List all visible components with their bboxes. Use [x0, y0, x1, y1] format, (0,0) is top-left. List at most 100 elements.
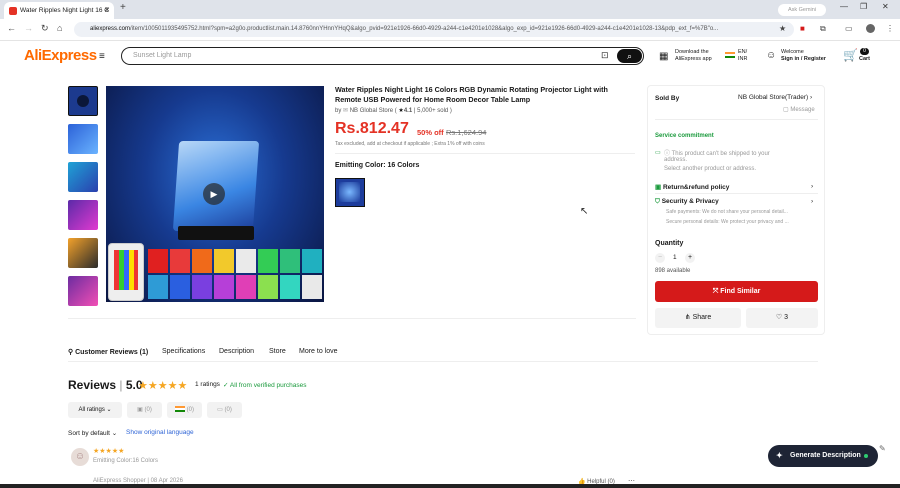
- reviewer-avatar: ☺: [71, 448, 89, 466]
- store-badge-icon: ✉: [343, 108, 349, 114]
- generate-description-button[interactable]: ✦ Generate Description: [768, 445, 878, 467]
- tab-specifications[interactable]: Specifications: [162, 348, 205, 355]
- tab-customer-reviews[interactable]: ⚲ Customer Reviews (1): [68, 348, 148, 356]
- divider: [68, 318, 636, 319]
- account-link[interactable]: Welcome Sign in / Register: [781, 49, 826, 63]
- extensions-puzzle-icon[interactable]: ⧉: [820, 24, 826, 34]
- tab-description[interactable]: Description: [219, 348, 254, 355]
- quantity-decrease-button[interactable]: −: [655, 253, 665, 263]
- logo-text: AliExpress: [24, 47, 97, 64]
- browser-tab-strip: Water Ripples Night Light 16 C ✕ + Ask G…: [0, 0, 900, 19]
- qr-code-icon[interactable]: ▦: [659, 51, 668, 62]
- address-bar[interactable]: aliexpress.com/item/1005011935495752.htm…: [74, 22, 794, 37]
- return-icon: ▣: [655, 184, 662, 191]
- language-currency-selector[interactable]: EN/ INR: [738, 49, 747, 63]
- color-swatch-selected[interactable]: [335, 178, 365, 207]
- safe-payments-text: Safe payments: We do not share your pers…: [666, 209, 788, 215]
- sort-label: Sort by default: [68, 430, 110, 437]
- back-icon[interactable]: ←: [7, 23, 16, 33]
- maximize-icon[interactable]: ❐: [860, 2, 867, 11]
- bookmark-star-icon[interactable]: ★: [779, 24, 786, 33]
- thumbnail-6[interactable]: [68, 276, 98, 306]
- tab-reviews-label: Customer Reviews (1): [75, 349, 149, 356]
- message-seller-link[interactable]: ▢ Message: [783, 106, 815, 113]
- show-original-link[interactable]: Show original language: [126, 429, 194, 436]
- current-price: Rs.812.47: [335, 120, 409, 137]
- close-tab-icon[interactable]: ✕: [104, 2, 110, 19]
- quantity-label: Quantity: [655, 240, 684, 247]
- quantity-increase-button[interactable]: +: [685, 253, 695, 263]
- store-name-link[interactable]: NB Global Store: [350, 108, 393, 114]
- thumbnail-5[interactable]: [68, 238, 98, 268]
- profile-avatar[interactable]: [866, 24, 875, 33]
- mouse-cursor-icon: ↖: [580, 206, 589, 217]
- thumbnail-video[interactable]: [68, 86, 98, 116]
- user-icon[interactable]: ☺: [766, 50, 776, 61]
- video-play-button[interactable]: ▶: [203, 183, 225, 205]
- edit-icon[interactable]: ✎: [879, 444, 886, 453]
- chevron-down-icon: ⌄: [106, 407, 112, 413]
- cart-count-badge: 0: [860, 48, 869, 55]
- tab-store[interactable]: Store: [269, 348, 286, 355]
- ask-gemini-button[interactable]: Ask Gemini: [778, 4, 826, 16]
- review-stars: ★★★★★: [93, 448, 125, 455]
- browser-menu-icon[interactable]: ⋮: [886, 24, 894, 33]
- chevron-right-icon[interactable]: ›: [811, 198, 813, 205]
- thumbnail-4[interactable]: [68, 200, 98, 230]
- share-button[interactable]: ⋔ Share: [655, 308, 741, 328]
- category-menu-icon[interactable]: ≡: [99, 51, 105, 62]
- ratings-count: 1 ratings: [195, 381, 220, 388]
- tab-more-to-love[interactable]: More to love: [299, 348, 338, 355]
- reload-icon[interactable]: ↻: [41, 23, 49, 34]
- share-icon: ⋔: [684, 314, 691, 321]
- chevron-right-icon[interactable]: ›: [811, 183, 813, 190]
- close-window-icon[interactable]: ✕: [882, 2, 889, 11]
- aliexpress-logo[interactable]: AliExpress: [24, 47, 97, 64]
- service-commitment-label: Service commitment: [655, 133, 714, 139]
- search-input[interactable]: Sunset Light Lamp: [121, 47, 644, 65]
- sidepanel-icon[interactable]: ▭: [845, 24, 853, 33]
- remote-control: [108, 243, 144, 301]
- india-flag-icon: [725, 52, 735, 58]
- similar-icon: ⤧: [712, 288, 719, 295]
- sold-count: 5,000+ sold: [417, 108, 449, 114]
- search-icon: ⌕: [626, 51, 633, 61]
- tab-title: Water Ripples Night Light 16 C: [20, 7, 109, 14]
- divider: [655, 193, 818, 194]
- home-icon[interactable]: ⌂: [57, 23, 62, 33]
- filter-with-photos[interactable]: ▣ (0): [127, 402, 162, 418]
- wishlist-count: 3: [784, 314, 789, 321]
- divider: [335, 153, 635, 154]
- thumbnail-3[interactable]: [68, 162, 98, 192]
- filter-country[interactable]: (0): [167, 402, 202, 418]
- return-policy-row[interactable]: ▣ Return&refund policy: [655, 183, 729, 191]
- image-search-icon[interactable]: ⊡: [601, 50, 609, 61]
- new-tab-icon[interactable]: +: [120, 2, 126, 13]
- find-similar-label: Find Similar: [720, 288, 761, 295]
- cart-icon[interactable]: 🛒: [843, 48, 858, 62]
- cart-label[interactable]: Cart: [859, 56, 870, 63]
- url-path: /item/1005011935495752.html?spm=a2g0o.pr…: [130, 26, 719, 32]
- tax-note: Tax excluded, add at checkout if applica…: [335, 141, 485, 147]
- bottom-edge: [0, 484, 900, 488]
- original-price: Rs.1,624.94: [446, 128, 487, 137]
- quantity-value[interactable]: 1: [673, 254, 677, 261]
- stock-available: 898 available: [655, 268, 691, 274]
- forward-icon[interactable]: →: [24, 23, 33, 33]
- filter-comments[interactable]: ▭ (0): [207, 402, 242, 418]
- minimize-icon[interactable]: —: [840, 2, 848, 11]
- security-privacy-row[interactable]: ⛉ Security & Privacy: [655, 198, 719, 206]
- secure-details-text: Secure personal details: We protect your…: [666, 219, 789, 225]
- download-app-link[interactable]: Download the AliExpress app: [675, 49, 712, 63]
- thumbnail-2[interactable]: [68, 124, 98, 154]
- filter-all-ratings[interactable]: All ratings ⌄: [68, 402, 122, 418]
- sort-dropdown[interactable]: Sort by default ⌄: [68, 429, 117, 437]
- wishlist-button[interactable]: ♡ 3: [746, 308, 818, 328]
- browser-tab[interactable]: Water Ripples Night Light 16 C ✕: [4, 2, 114, 19]
- welcome-text: Welcome: [781, 49, 804, 55]
- seller-link[interactable]: NB Global Store(Trader) ›: [738, 94, 812, 101]
- seller-name: NB Global Store(Trader): [738, 94, 809, 101]
- find-similar-button[interactable]: ⤧ Find Similar: [655, 281, 818, 302]
- search-button[interactable]: ⌕: [617, 49, 642, 63]
- extension-icon[interactable]: ■: [800, 24, 805, 33]
